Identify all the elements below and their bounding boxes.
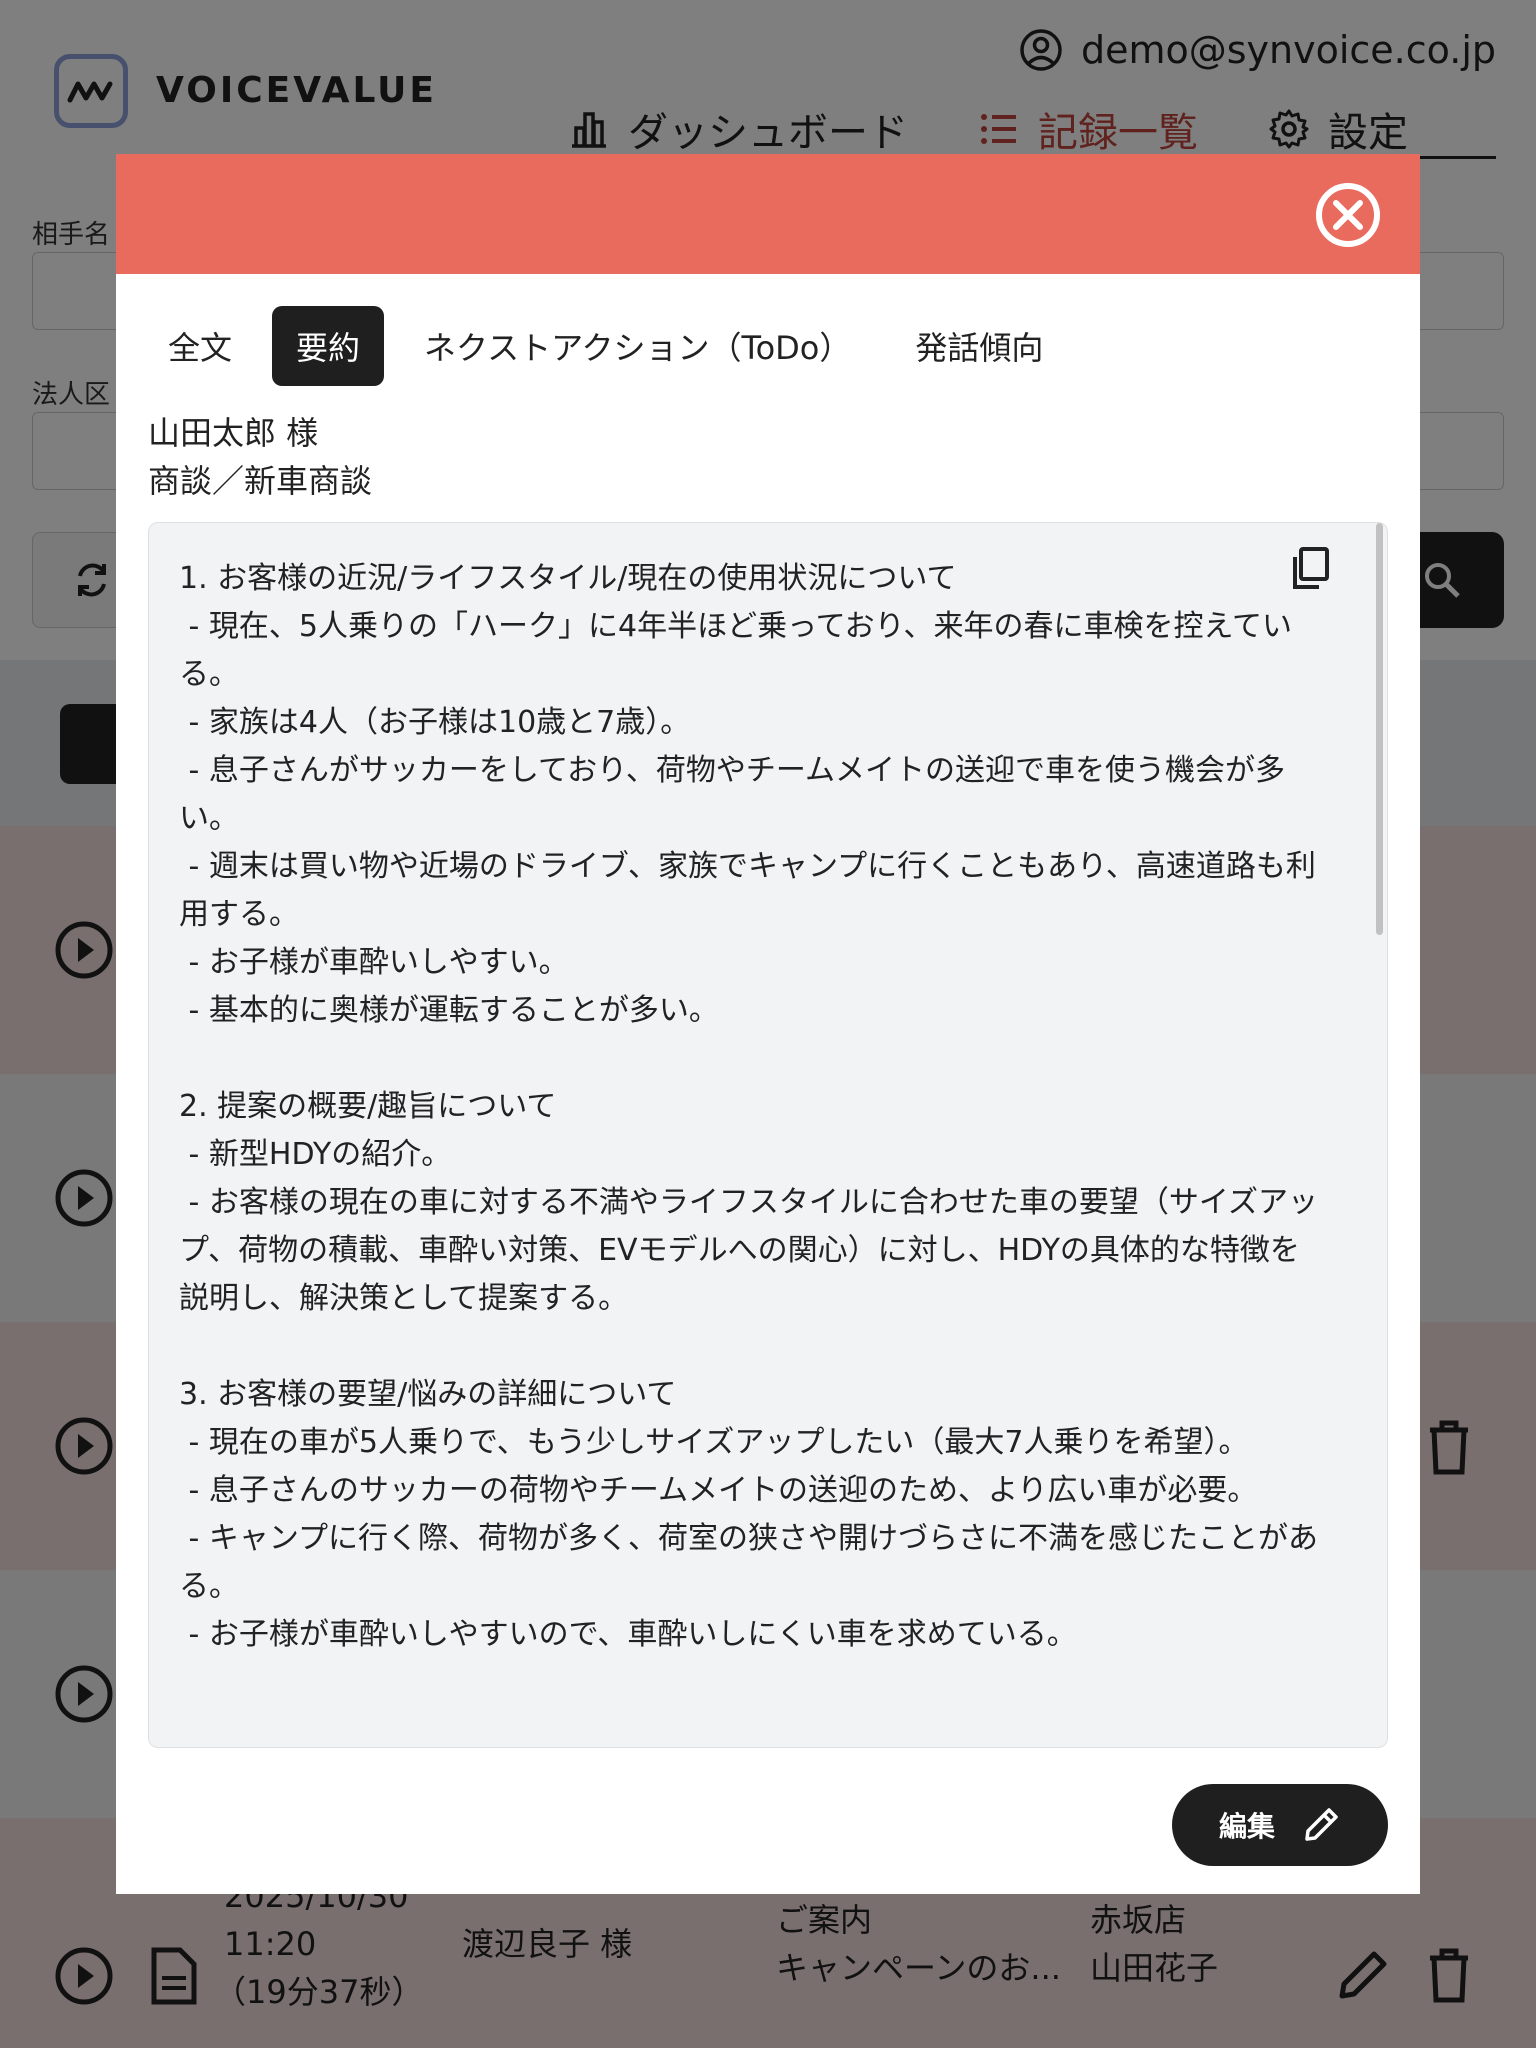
tab-summary[interactable]: 要約 <box>272 306 385 386</box>
scrollbar-thumb[interactable] <box>1376 523 1383 935</box>
modal-tabs: 全文 要約 ネクストアクション（ToDo） 発話傾向 <box>144 306 1067 386</box>
tab-speech-tendency[interactable]: 発話傾向 <box>891 306 1067 386</box>
copy-icon[interactable] <box>1287 545 1333 591</box>
summary-scrollbar[interactable] <box>1373 523 1387 1747</box>
tab-fulltext[interactable]: 全文 <box>144 306 256 386</box>
meeting-type: 商談／新車商談 <box>148 462 373 500</box>
summary-text: 1. お客様の近況/ライフスタイル/現在の使用状況について - 現在、5人乗りの… <box>179 561 1319 1652</box>
customer-name: 山田太郎 様 <box>148 414 319 452</box>
edit-button[interactable]: 編集 <box>1172 1784 1388 1866</box>
close-icon[interactable] <box>1314 181 1382 249</box>
summary-textarea[interactable]: 1. お客様の近況/ライフスタイル/現在の使用状況について - 現在、5人乗りの… <box>148 522 1388 1748</box>
pencil-icon <box>1305 1808 1338 1841</box>
tab-next-action[interactable]: ネクストアクション（ToDo） <box>400 306 875 386</box>
modal-header <box>116 154 1420 274</box>
edit-button-label: 編集 <box>1218 1810 1275 1843</box>
record-detail-modal: 全文 要約 ネクストアクション（ToDo） 発話傾向 山田太郎 様 商談／新車商… <box>116 154 1420 1894</box>
